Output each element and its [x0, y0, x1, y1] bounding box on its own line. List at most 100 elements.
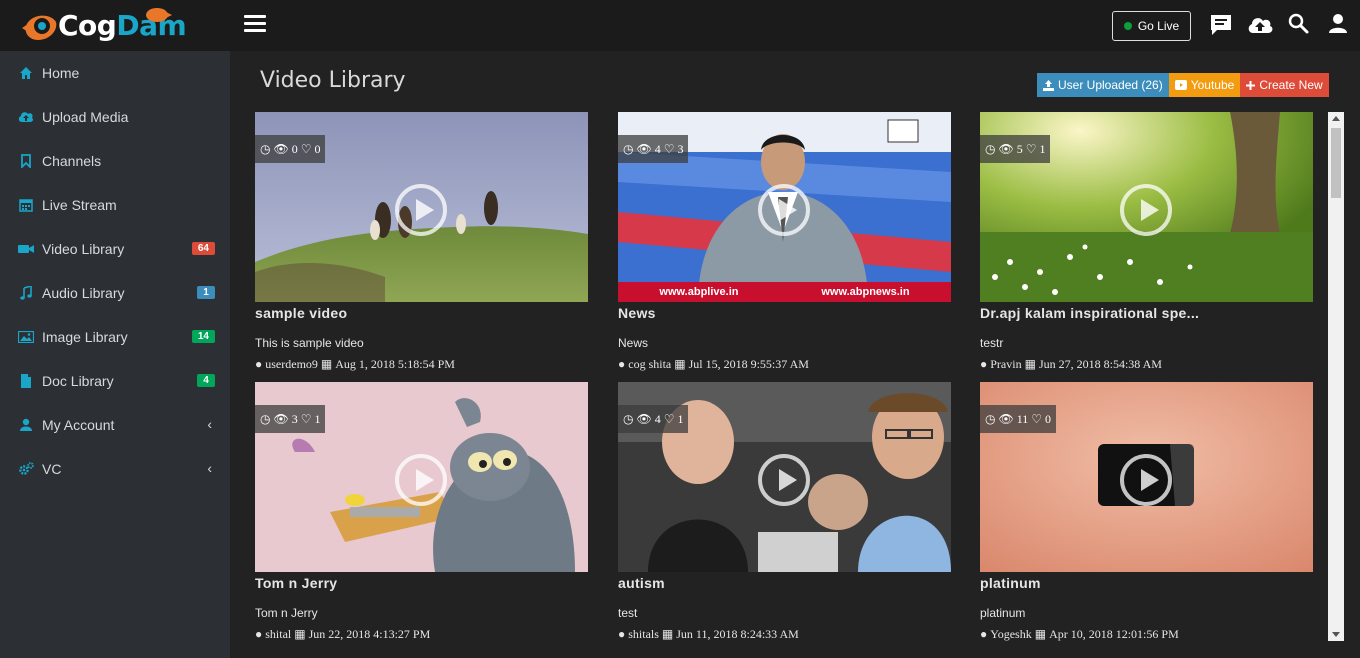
sidebar-item-label: Channels — [42, 153, 102, 169]
live-status-dot-icon — [1123, 22, 1132, 30]
views-count: 5 — [1016, 141, 1023, 156]
heart-icon: ♡ — [1025, 141, 1037, 156]
create-new-button[interactable]: Create New — [1240, 73, 1329, 97]
play-button-icon[interactable] — [1120, 184, 1172, 236]
video-title[interactable]: autism — [618, 575, 665, 591]
sidebar-item-label: Home — [42, 65, 80, 81]
main-content: Video Library User Uploaded (26) Youtube… — [230, 51, 1360, 658]
video-title[interactable]: platinum — [980, 575, 1041, 591]
views-count: 11 — [1016, 411, 1029, 426]
likes-count: 0 — [314, 141, 321, 156]
youtube-button[interactable]: Youtube — [1168, 73, 1241, 97]
video-thumbnail[interactable]: www.abplive.in www.abpnews.in ◷ 👁 4 ♡ 3 — [618, 112, 951, 302]
clock-icon: ◷ — [260, 411, 271, 426]
video-thumbnail[interactable]: ◷ 👁 0 ♡ 0 — [255, 112, 588, 302]
play-button-icon[interactable] — [395, 454, 447, 506]
heart-icon: ♡ — [663, 411, 675, 426]
video-thumbnail[interactable]: ◷ 👁 4 ♡ 1 — [618, 382, 951, 572]
uploader-name: shital — [265, 627, 292, 641]
sidebar-item-label: Upload Media — [42, 109, 129, 125]
sidebar-item-doc-library[interactable]: Doc Library 4 — [0, 359, 230, 403]
chevron-left-icon: ‹ — [207, 416, 212, 432]
video-description: platinum — [980, 606, 1026, 620]
video-description: testr — [980, 336, 1004, 350]
uploader-name: Pravin — [990, 357, 1022, 371]
sidebar-item-vc[interactable]: VC ‹ — [0, 447, 230, 491]
views-count: 4 — [654, 141, 661, 156]
user-uploaded-button[interactable]: User Uploaded (26) — [1037, 73, 1169, 97]
image-icon — [18, 329, 34, 345]
play-button-icon[interactable] — [758, 454, 810, 506]
video-title[interactable]: sample video — [255, 305, 347, 321]
count-badge: 1 — [197, 286, 215, 299]
search-icon[interactable] — [1287, 12, 1313, 38]
cloud-upload-icon — [18, 109, 34, 125]
video-description: Tom n Jerry — [255, 606, 318, 620]
eye-icon: 👁 — [636, 141, 652, 156]
video-meta: ● shitals ▦ Jun 11, 2018 8:24:33 AM — [618, 627, 799, 642]
user-icon: ● — [255, 627, 263, 641]
cloud-upload-icon[interactable] — [1246, 12, 1273, 38]
calendar-icon: ▦ — [1034, 627, 1047, 641]
user-profile-icon[interactable] — [1326, 12, 1352, 38]
play-button-icon[interactable] — [1120, 454, 1172, 506]
top-bar: CogDam Go Live — [0, 0, 1360, 51]
upload-icon — [1043, 79, 1054, 91]
cogs-icon — [18, 461, 34, 477]
sidebar-item-channels[interactable]: Channels — [0, 139, 230, 183]
sidebar-item-upload-media[interactable]: Upload Media — [0, 95, 230, 139]
sidebar-item-label: Audio Library — [42, 285, 125, 301]
clock-icon: ◷ — [623, 411, 634, 426]
logo[interactable]: CogDam — [0, 0, 230, 51]
uploader-name: shitals — [628, 627, 659, 641]
sidebar-item-my-account[interactable]: My Account ‹ — [0, 403, 230, 447]
video-card: ◷ 👁 0 ♡ 0 sample video This is sample vi… — [255, 112, 588, 377]
news-ticker-right: www.abpnews.in — [821, 286, 910, 298]
sidebar-item-image-library[interactable]: Image Library 14 — [0, 315, 230, 359]
news-ticker: www.abplive.in www.abpnews.in — [618, 282, 951, 302]
video-thumbnail[interactable]: ◷ 👁 11 ♡ 0 — [980, 382, 1313, 572]
sidebar-item-audio-library[interactable]: Audio Library 1 — [0, 271, 230, 315]
file-icon — [18, 373, 34, 389]
go-live-button[interactable]: Go Live — [1112, 11, 1191, 41]
play-button-icon[interactable] — [395, 184, 447, 236]
video-stats: ◷ 👁 4 ♡ 3 — [618, 135, 689, 163]
uploader-name: userdemo9 — [265, 357, 318, 371]
video-title[interactable]: News — [618, 305, 656, 321]
video-title[interactable]: Tom n Jerry — [255, 575, 337, 591]
upload-date: Jul 15, 2018 9:55:37 AM — [688, 357, 809, 371]
heart-icon: ♡ — [663, 141, 675, 156]
bookmark-icon — [18, 153, 34, 169]
video-title[interactable]: Dr.apj kalam inspirational spe... — [980, 305, 1199, 321]
user-icon: ● — [980, 627, 988, 641]
count-badge: 14 — [191, 330, 215, 343]
sidebar-item-video-library[interactable]: Video Library 64 — [0, 227, 230, 271]
likes-count: 1 — [1039, 141, 1046, 156]
user-icon: ● — [618, 357, 626, 371]
filter-button-group: User Uploaded (26) Youtube Create New — [1037, 73, 1329, 97]
app-root: CogDam Go Live Home Upload Media Channel… — [0, 0, 1360, 658]
play-button-icon[interactable] — [758, 184, 810, 236]
sidebar: Home Upload Media Channels Live Stream V… — [0, 51, 230, 658]
video-meta: ● shital ▦ Jun 22, 2018 4:13:27 PM — [255, 627, 430, 642]
scroll-down-arrow-icon[interactable] — [1332, 632, 1340, 637]
video-thumbnail[interactable]: ◷ 👁 3 ♡ 1 — [255, 382, 588, 572]
home-icon — [18, 65, 34, 81]
menu-toggle-button[interactable] — [244, 15, 266, 35]
video-stats: ◷ 👁 3 ♡ 1 — [255, 405, 326, 433]
video-thumbnail[interactable]: ◷ 👁 5 ♡ 1 — [980, 112, 1313, 302]
video-card: ◷ 👁 4 ♡ 1 autism test ● shitals ▦ Jun 11… — [618, 382, 951, 647]
user-icon: ● — [980, 357, 988, 371]
scrollbar-thumb[interactable] — [1331, 128, 1341, 198]
views-count: 4 — [654, 411, 661, 426]
scroll-up-arrow-icon[interactable] — [1332, 116, 1340, 121]
create-new-label: Create New — [1259, 78, 1323, 92]
sidebar-item-home[interactable]: Home — [0, 51, 230, 95]
sidebar-item-live-stream[interactable]: Live Stream — [0, 183, 230, 227]
calendar-icon: ▦ — [320, 357, 333, 371]
video-grid-scrollbar[interactable] — [1328, 112, 1344, 641]
messages-icon[interactable] — [1208, 12, 1234, 38]
user-icon — [18, 417, 34, 433]
upload-date: Jun 27, 2018 8:54:38 AM — [1038, 357, 1162, 371]
sidebar-item-label: Live Stream — [42, 197, 117, 213]
